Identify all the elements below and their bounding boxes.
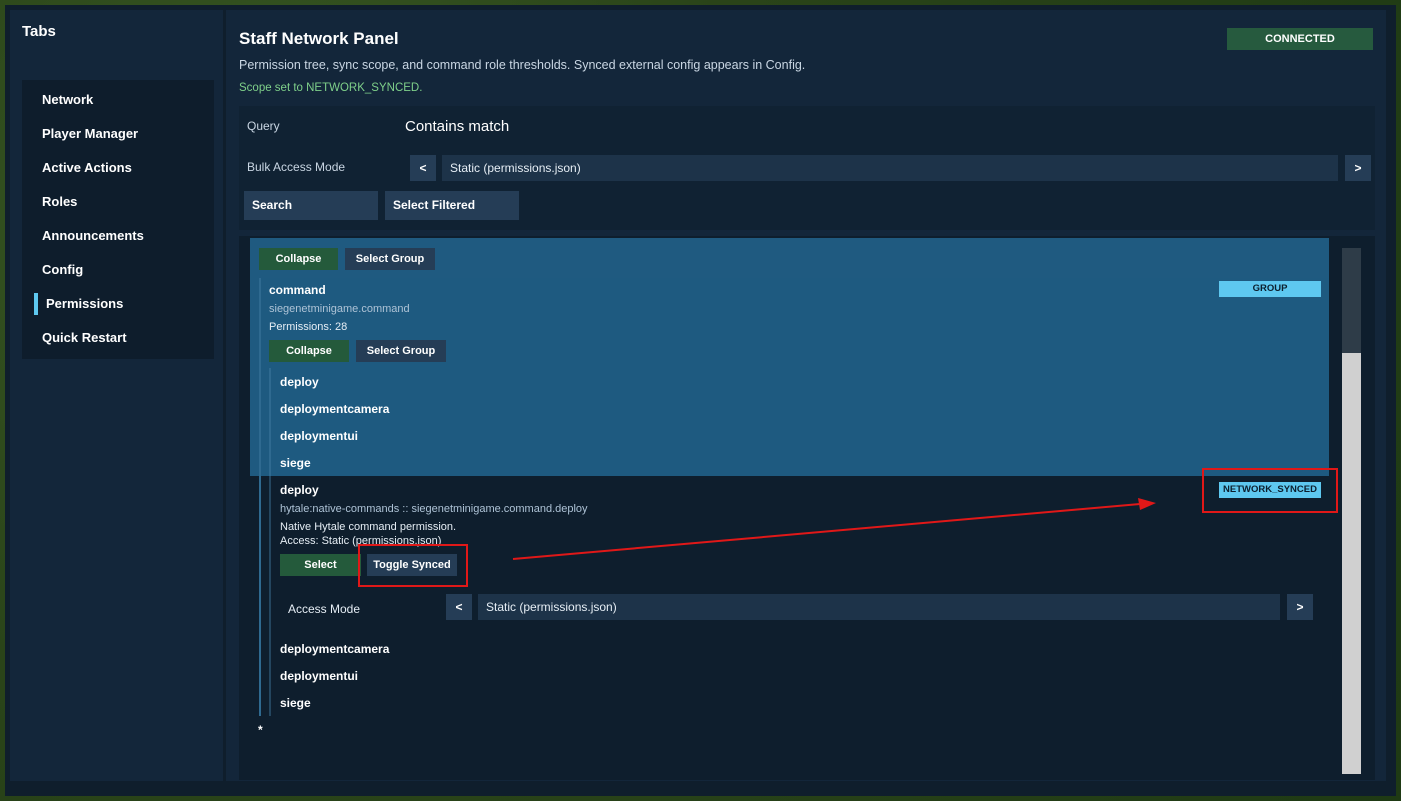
scope-message: Scope set to NETWORK_SYNCED. bbox=[239, 82, 423, 94]
sidebar-item-label: Quick Restart bbox=[42, 330, 127, 345]
sidebar-item-network[interactable]: Network bbox=[22, 85, 214, 115]
query-label: Query bbox=[247, 119, 280, 133]
bulk-prev-button[interactable]: < bbox=[410, 155, 436, 181]
detail-path: hytale:native-commands :: siegenetminiga… bbox=[280, 503, 588, 515]
annotation-box-toggle-synced bbox=[358, 544, 468, 587]
bulk-next-button[interactable]: > bbox=[1345, 155, 1371, 181]
sidebar-item-label: Config bbox=[42, 262, 84, 277]
group-collapse-button[interactable]: Collapse bbox=[269, 340, 349, 362]
sidebar-item-announcements[interactable]: Announcements bbox=[22, 221, 214, 251]
tree-item[interactable]: deploymentui bbox=[280, 429, 358, 443]
group-select-button[interactable]: Select Group bbox=[356, 340, 446, 362]
page-description: Permission tree, sync scope, and command… bbox=[239, 58, 806, 72]
filter-panel: Query Contains match Bulk Access Mode < … bbox=[239, 106, 1375, 230]
access-mode-next-button[interactable]: > bbox=[1287, 594, 1313, 620]
sidebar-item-active-actions[interactable]: Active Actions bbox=[22, 153, 214, 183]
sidebar-item-label: Active Actions bbox=[42, 160, 132, 175]
sidebar-item-label: Roles bbox=[42, 194, 78, 209]
tree-item[interactable]: deploy bbox=[280, 375, 319, 389]
sidebar-item-permissions[interactable]: Permissions bbox=[22, 289, 214, 319]
group-path: siegenetminigame.command bbox=[269, 303, 410, 315]
sidebar-item-label: Permissions bbox=[46, 296, 124, 311]
tree-item[interactable]: siege bbox=[280, 696, 311, 710]
collapse-button[interactable]: Collapse bbox=[259, 248, 338, 270]
sidebar-item-label: Player Manager bbox=[42, 126, 139, 141]
tree-item[interactable]: deploymentcamera bbox=[280, 642, 389, 656]
sidebar-item-roles[interactable]: Roles bbox=[22, 187, 214, 217]
query-mode-value[interactable]: Contains match bbox=[405, 118, 509, 135]
scrollbar-thumb[interactable] bbox=[1342, 248, 1361, 353]
sidebar-title: Tabs bbox=[22, 23, 56, 40]
select-group-button[interactable]: Select Group bbox=[345, 248, 435, 270]
wildcard-item[interactable]: * bbox=[258, 723, 263, 737]
bulk-access-select[interactable]: Static (permissions.json) bbox=[442, 155, 1338, 181]
detail-name: deploy bbox=[280, 483, 319, 497]
tree-item[interactable]: siege bbox=[280, 456, 311, 470]
group-tag: GROUP bbox=[1219, 281, 1321, 297]
group-name: command bbox=[269, 283, 326, 297]
bulk-access-label: Bulk Access Mode bbox=[247, 160, 346, 174]
tree-item[interactable]: deploymentcamera bbox=[280, 402, 389, 416]
sidebar-item-quick-restart[interactable]: Quick Restart bbox=[22, 323, 214, 353]
detail-description: Native Hytale command permission. bbox=[280, 521, 457, 533]
annotation-box-synced-tag bbox=[1202, 468, 1338, 513]
access-mode-prev-button[interactable]: < bbox=[446, 594, 472, 620]
tree-item[interactable]: deploymentui bbox=[280, 669, 358, 683]
page-title: Staff Network Panel bbox=[239, 29, 399, 48]
status-badge: CONNECTED bbox=[1227, 28, 1373, 50]
search-button[interactable]: Search bbox=[244, 191, 378, 220]
active-indicator bbox=[34, 293, 38, 315]
group-count: Permissions: 28 bbox=[269, 321, 348, 333]
sidebar: Tabs Network Player Manager Active Actio… bbox=[10, 10, 223, 781]
sidebar-item-label: Announcements bbox=[42, 228, 144, 243]
sidebar-item-label: Network bbox=[42, 92, 94, 107]
select-button[interactable]: Select bbox=[280, 554, 361, 576]
scrollbar[interactable] bbox=[1342, 248, 1361, 774]
access-mode-label: Access Mode bbox=[288, 602, 361, 616]
sidebar-item-config[interactable]: Config bbox=[22, 255, 214, 285]
detail-guide-line bbox=[269, 476, 271, 716]
sidebar-item-player-manager[interactable]: Player Manager bbox=[22, 119, 214, 149]
group-row[interactable] bbox=[261, 278, 1329, 476]
main-panel: Staff Network Panel CONNECTED Permission… bbox=[226, 10, 1386, 781]
group-guide-line bbox=[269, 368, 271, 476]
sidebar-tab-list: Network Player Manager Active Actions Ro… bbox=[22, 80, 214, 359]
access-mode-select[interactable]: Static (permissions.json) bbox=[478, 594, 1280, 620]
select-filtered-button[interactable]: Select Filtered bbox=[385, 191, 519, 220]
